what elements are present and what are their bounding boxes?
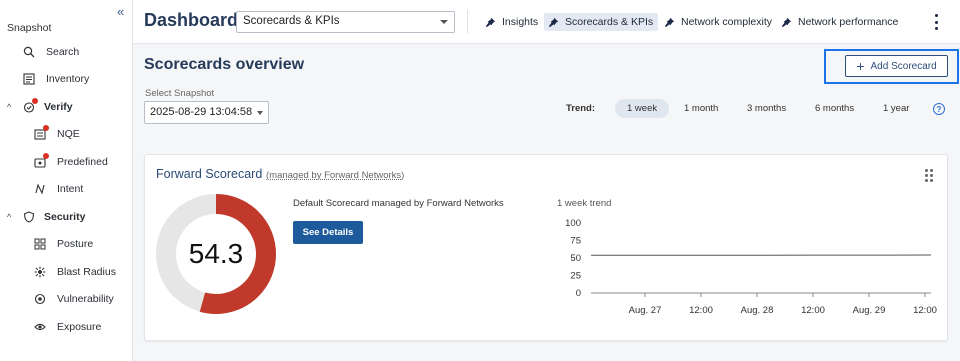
snapshot-value: 2025-08-29 13:04:58 <box>150 106 253 118</box>
tab-label: Network performance <box>798 16 899 28</box>
dashboard-select-value: Scorecards & KPIs <box>243 15 340 27</box>
y-tick-label: 25 <box>570 271 581 282</box>
sidebar-group-verify[interactable]: ^ Verify <box>0 97 132 117</box>
sidebar-item-predefined[interactable]: Predefined <box>0 152 132 172</box>
score-value: 54.3 <box>188 238 244 269</box>
sidebar-title: Snapshot <box>7 22 52 34</box>
alert-badge <box>32 98 38 104</box>
y-tick-label: 100 <box>565 218 581 229</box>
sidebar-item-nqe[interactable]: NQE <box>0 124 132 144</box>
pin-icon <box>781 17 792 28</box>
exposure-icon <box>33 320 47 334</box>
search-icon <box>22 45 36 59</box>
sidebar-item-label: Security <box>44 211 86 223</box>
chevron-up-icon: ^ <box>7 102 12 112</box>
chevron-down-icon <box>440 20 448 24</box>
sidebar: « Snapshot Search Inventory ^ Verify NQE <box>0 0 133 361</box>
x-tick-label: 12:00 <box>801 305 825 316</box>
tab-label: Insights <box>502 16 539 28</box>
divider <box>467 10 468 34</box>
more-options-icon[interactable] <box>933 14 939 30</box>
scorecard-title[interactable]: Forward Scorecard <box>156 167 262 181</box>
sidebar-item-posture[interactable]: Posture <box>0 234 132 254</box>
tab-label: Network complexity <box>681 16 773 28</box>
sidebar-group-security[interactable]: ^ Security <box>0 207 132 227</box>
chevron-down-icon <box>257 111 263 115</box>
top-bar: Dashboard Scorecards & KPIs Insights Sco… <box>133 0 960 44</box>
snapshot-select[interactable]: 2025-08-29 13:04:58 <box>144 101 269 124</box>
help-icon[interactable]: ? <box>933 103 945 115</box>
section-title: Scorecards overview <box>144 56 305 73</box>
x-tick-label: Aug. 29 <box>853 305 886 316</box>
sidebar-item-label: Search <box>46 46 80 58</box>
x-tick-label: Aug. 27 <box>629 305 662 316</box>
sidebar-item-blast-radius[interactable]: Blast Radius <box>0 262 132 282</box>
pin-icon <box>485 17 496 28</box>
tab-scorecards-kpis[interactable]: Scorecards & KPIs <box>544 13 659 31</box>
plus-icon: + <box>856 58 865 74</box>
collapse-sidebar-icon[interactable]: « <box>117 4 124 19</box>
inventory-icon <box>22 72 36 86</box>
tab-insights[interactable]: Insights <box>481 13 543 31</box>
sidebar-item-intent[interactable]: Intent <box>0 179 132 199</box>
tab-label: Scorecards & KPIs <box>565 16 654 28</box>
pin-icon <box>548 17 559 28</box>
predefined-icon <box>33 153 49 169</box>
trend-label: Trend: <box>566 103 596 114</box>
sidebar-item-label: Exposure <box>57 321 102 333</box>
snapshot-label: Select Snapshot <box>145 88 215 99</box>
trend-option-3-months[interactable]: 3 months <box>735 99 798 118</box>
chevron-up-icon: ^ <box>7 212 12 222</box>
trend-line-chart: 0 25 50 75 100 Aug. 27 12:00 Aug. 28 12:00 Aug. 2… <box>565 218 937 316</box>
trend-chart-caption: 1 week trend <box>557 198 612 209</box>
add-scorecard-button[interactable]: + Add Scorecard <box>845 55 948 77</box>
x-tick-label: 12:00 <box>913 305 937 316</box>
see-details-button[interactable]: See Details <box>293 221 363 244</box>
sidebar-item-label: Predefined <box>57 156 108 168</box>
page-title: Dashboard <box>144 10 239 30</box>
sidebar-item-exposure[interactable]: Exposure <box>0 317 132 337</box>
sidebar-item-label: Vulnerability <box>57 293 114 305</box>
tab-network-performance[interactable]: Network performance <box>777 13 903 31</box>
y-tick-label: 50 <box>570 253 581 264</box>
y-tick-label: 0 <box>576 288 581 299</box>
alert-badge <box>43 153 49 159</box>
sidebar-item-label: Intent <box>57 183 84 195</box>
nqe-icon <box>33 125 49 141</box>
scorecard-managed-by: (managed by Forward Networks) <box>266 170 405 181</box>
sidebar-item-search[interactable]: Search <box>0 42 132 62</box>
sidebar-item-inventory[interactable]: Inventory <box>0 69 132 89</box>
x-tick-label: Aug. 28 <box>741 305 774 316</box>
posture-icon <box>33 237 47 251</box>
shield-icon <box>22 210 36 224</box>
drag-handle-icon[interactable] <box>925 169 935 182</box>
y-tick-label: 75 <box>570 236 581 247</box>
sidebar-item-label: Blast Radius <box>57 266 116 278</box>
intent-icon <box>33 182 47 196</box>
scorecard-card: Forward Scorecard (managed by Forward Ne… <box>144 154 948 341</box>
sidebar-item-vulnerability[interactable]: Vulnerability <box>0 289 132 309</box>
sidebar-item-label: NQE <box>57 128 80 140</box>
blast-radius-icon <box>33 265 47 279</box>
trend-option-1-year[interactable]: 1 year <box>871 99 921 118</box>
pin-icon <box>664 17 675 28</box>
sidebar-item-label: Inventory <box>46 73 90 85</box>
vulnerability-icon <box>33 292 47 306</box>
add-scorecard-label: Add Scorecard <box>870 60 937 72</box>
sidebar-item-label: Verify <box>44 101 73 113</box>
trend-option-1-month[interactable]: 1 month <box>672 99 730 118</box>
x-tick-label: 12:00 <box>689 305 713 316</box>
dashboard-select[interactable]: Scorecards & KPIs <box>236 11 455 33</box>
tab-network-complexity[interactable]: Network complexity <box>660 13 777 31</box>
alert-badge <box>43 125 49 131</box>
trend-option-6-months[interactable]: 6 months <box>803 99 866 118</box>
sidebar-item-label: Posture <box>57 238 94 250</box>
verify-icon <box>22 98 38 114</box>
trend-option-1-week[interactable]: 1 week <box>615 99 670 118</box>
scorecard-description: Default Scorecard managed by Forward Net… <box>293 198 504 209</box>
